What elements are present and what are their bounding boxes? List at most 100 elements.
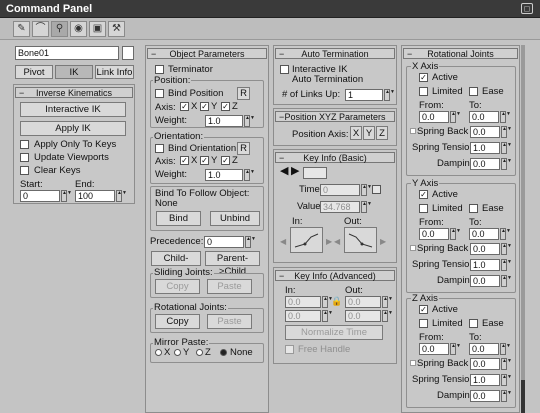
damping-input[interactable]: 0.0 [470, 158, 500, 170]
adv-out-value-1[interactable]: 0.0 [345, 296, 381, 308]
bind-button[interactable]: Bind [156, 211, 201, 226]
axis-to-input[interactable]: 0.0 [469, 111, 499, 123]
adv-out-spinner-1[interactable]: ▲▼ [382, 296, 393, 308]
position-axis-y-button[interactable]: Y [363, 126, 375, 140]
apply-only-to-keys-checkbox[interactable] [20, 140, 29, 149]
damping-spinner[interactable]: ▲▼ [501, 275, 512, 287]
restore-icon[interactable]: ◻ [521, 3, 533, 14]
axis-active-checkbox[interactable]: ✓ [419, 190, 428, 199]
axis-from-input[interactable]: 0.0 [419, 228, 449, 240]
orientation-weight-input[interactable]: 1.0 [205, 169, 243, 181]
bind-orientation-checkbox[interactable] [155, 144, 164, 153]
mirror-none-radio[interactable] [220, 349, 227, 356]
interactive-ik-button[interactable]: Interactive IK [20, 102, 126, 117]
axis-to-input[interactable]: 0.0 [469, 228, 499, 240]
axis-ease-checkbox[interactable] [469, 87, 478, 96]
out-tangent-button[interactable] [344, 227, 377, 253]
end-spinner[interactable]: ▲▼ [116, 190, 127, 202]
terminator-checkbox[interactable] [155, 65, 164, 74]
spring-back-checkbox[interactable] [410, 360, 416, 366]
damping-input[interactable]: 0.0 [470, 390, 500, 402]
axis-from-spinner[interactable]: ▲▼ [450, 111, 461, 123]
apply-ik-button[interactable]: Apply IK [20, 121, 126, 136]
orientation-z-checkbox[interactable]: ✓ [221, 156, 230, 165]
spring-back-spinner[interactable]: ▲▼ [501, 243, 512, 255]
parent-child-button[interactable]: Parent->Child [205, 251, 260, 277]
rotational-paste-button[interactable]: Paste [207, 314, 252, 329]
position-weight-spinner[interactable]: ▲▼ [244, 115, 255, 127]
orientation-weight-spinner[interactable]: ▲▼ [244, 169, 255, 181]
spring-back-input[interactable]: 0.0 [470, 243, 500, 255]
value-input[interactable]: 34.768 [320, 201, 360, 213]
time-spinner[interactable]: ▲▼ [361, 184, 372, 196]
spring-tension-spinner[interactable]: ▲▼ [501, 374, 512, 386]
axis-active-checkbox[interactable]: ✓ [419, 305, 428, 314]
prev-key-arrow-icon[interactable]: ◀ [280, 166, 288, 177]
adv-in-spinner-1[interactable]: ▲▼ [322, 296, 333, 308]
rotational-copy-button[interactable]: Copy [155, 314, 200, 329]
axis-from-input[interactable]: 0.0 [419, 343, 449, 355]
mirror-z-radio[interactable] [196, 349, 203, 356]
links-up-spinner[interactable]: ▲▼ [384, 89, 395, 101]
end-input[interactable]: 100 [75, 190, 115, 202]
position-x-checkbox[interactable]: ✓ [180, 102, 189, 111]
adv-in-spinner-2[interactable]: ▲▼ [322, 310, 333, 322]
rotational-joints-rollout-header[interactable]: − Rotational Joints [403, 48, 518, 59]
position-y-checkbox[interactable]: ✓ [200, 102, 209, 111]
ik-rollout-header[interactable]: − Inverse Kinematics [15, 87, 133, 98]
clear-keys-checkbox[interactable] [20, 166, 29, 175]
start-spinner[interactable]: ▲▼ [61, 190, 72, 202]
tab-pivot[interactable]: Pivot [15, 65, 53, 79]
time-input[interactable]: 0 [320, 184, 360, 196]
adv-in-value-1[interactable]: 0.0 [285, 296, 321, 308]
hierarchy-tab-icon[interactable]: ⚲ [51, 21, 68, 37]
next-key-arrow-icon[interactable]: ▶ [291, 166, 299, 177]
time-lock-checkbox[interactable] [372, 185, 381, 194]
update-viewports-checkbox[interactable] [20, 153, 29, 162]
precedence-spinner[interactable]: ▲▼ [245, 236, 256, 248]
axis-to-spinner[interactable]: ▲▼ [500, 228, 511, 240]
mirror-y-radio[interactable] [174, 349, 181, 356]
orientation-x-checkbox[interactable]: ✓ [180, 156, 189, 165]
spring-back-input[interactable]: 0.0 [470, 126, 500, 138]
position-z-checkbox[interactable]: ✓ [221, 102, 230, 111]
links-up-input[interactable]: 1 [345, 89, 383, 101]
scrollbar-track[interactable] [521, 45, 525, 413]
axis-from-input[interactable]: 0.0 [419, 111, 449, 123]
utilities-tab-icon[interactable]: ⚒ [108, 21, 125, 37]
position-axis-z-button[interactable]: Z [376, 126, 388, 140]
damping-spinner[interactable]: ▲▼ [501, 158, 512, 170]
object-color-swatch[interactable] [122, 46, 134, 60]
start-input[interactable]: 0 [20, 190, 60, 202]
create-tab-icon[interactable]: ✎ [13, 21, 30, 37]
axis-limited-checkbox[interactable] [419, 204, 428, 213]
tab-ik[interactable]: IK [55, 65, 93, 79]
orientation-r-button[interactable]: R [237, 142, 250, 155]
axis-to-spinner[interactable]: ▲▼ [500, 343, 511, 355]
spring-tension-input[interactable]: 1.0 [470, 259, 500, 271]
damping-spinner[interactable]: ▲▼ [501, 390, 512, 402]
lock-icon[interactable]: 🔒 [331, 296, 342, 307]
axis-active-checkbox[interactable]: ✓ [419, 73, 428, 82]
spring-back-spinner[interactable]: ▲▼ [501, 126, 512, 138]
auto-interactive-ik-checkbox[interactable] [280, 65, 289, 74]
axis-ease-checkbox[interactable] [469, 319, 478, 328]
position-xyz-rollout-header[interactable]: − Position XYZ Parameters [275, 111, 395, 122]
object-parameters-rollout-header[interactable]: − Object Parameters [147, 48, 267, 59]
axis-limited-checkbox[interactable] [419, 87, 428, 96]
adv-out-spinner-2[interactable]: ▲▼ [382, 310, 393, 322]
axis-from-spinner[interactable]: ▲▼ [450, 343, 461, 355]
key-info-basic-rollout-header[interactable]: − Key Info (Basic) [275, 152, 395, 163]
in-tangent-button[interactable] [290, 227, 323, 253]
in-right-arrow-icon[interactable]: ▶ [326, 236, 332, 247]
spring-back-checkbox[interactable] [410, 245, 416, 251]
spring-back-spinner[interactable]: ▲▼ [501, 358, 512, 370]
motion-tab-icon[interactable]: ◉ [70, 21, 87, 37]
mirror-x-radio[interactable] [155, 349, 162, 356]
axis-from-spinner[interactable]: ▲▼ [450, 228, 461, 240]
spring-tension-input[interactable]: 1.0 [470, 374, 500, 386]
scrollbar-thumb[interactable] [521, 380, 525, 413]
spring-tension-spinner[interactable]: ▲▼ [501, 142, 512, 154]
position-axis-x-button[interactable]: X [350, 126, 362, 140]
position-r-button[interactable]: R [237, 87, 250, 100]
